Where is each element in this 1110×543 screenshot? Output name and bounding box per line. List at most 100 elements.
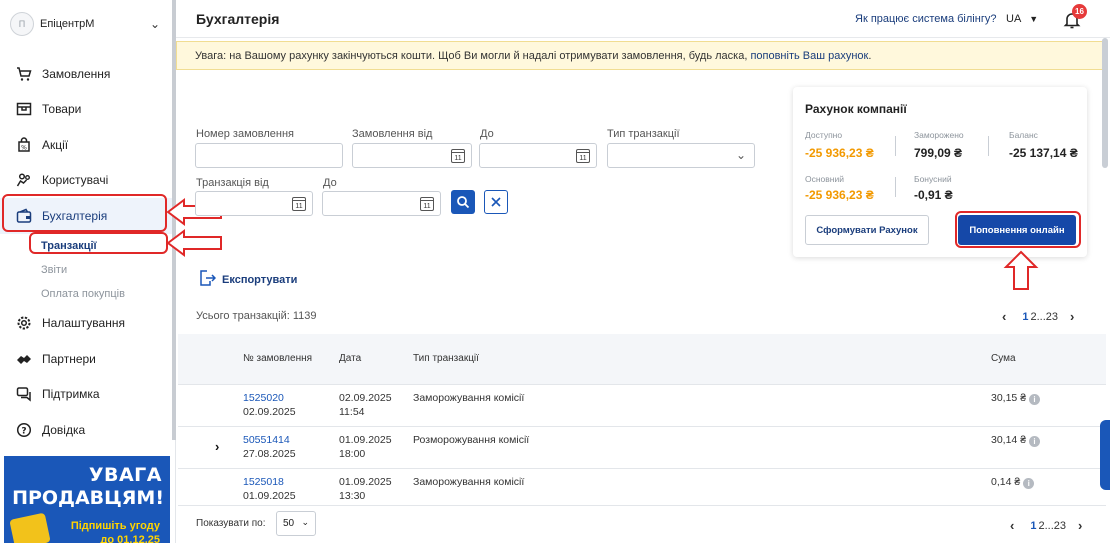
order-date: 27.08.2025 xyxy=(243,448,296,460)
banner-line: до 01.12.25 xyxy=(100,534,160,543)
sidebar-item-label: Користувачі xyxy=(42,173,109,188)
info-icon[interactable]: i xyxy=(1023,478,1035,489)
chevron-right-icon[interactable]: › xyxy=(215,439,219,454)
next-page-icon[interactable]: › xyxy=(1078,518,1082,533)
main-account-label: Основний xyxy=(805,174,844,184)
transaction-date: 01.09.2025 xyxy=(339,434,392,446)
banner-line: Підпишіть угоду xyxy=(70,520,160,532)
sidebar-item-label: Бухгалтерія xyxy=(42,208,108,223)
warning-text: Увага: на Вашому рахунку закінчуються ко… xyxy=(195,50,751,62)
language-selector[interactable]: UA ▼ xyxy=(1006,13,1038,25)
sidebar-item-label: Товари xyxy=(42,102,82,117)
chevron-down-icon: ⌄ xyxy=(301,517,309,527)
amount-value: 30,15 ₴ xyxy=(991,392,1027,404)
order-number-link[interactable]: 1525020 xyxy=(243,391,284,405)
next-page-icon[interactable]: › xyxy=(1070,309,1074,324)
info-icon[interactable]: i xyxy=(1029,394,1041,405)
page-range[interactable]: 2...23 xyxy=(1038,520,1066,532)
table-row[interactable]: 1525020 02.09.2025 02.09.2025 11:54 Замо… xyxy=(178,385,1106,427)
divider xyxy=(988,136,989,156)
topup-online-button[interactable]: Поповнення онлайн xyxy=(958,215,1076,245)
page-title: Бухгалтерія xyxy=(196,11,280,27)
sidebar-item-users[interactable]: Користувачі xyxy=(0,163,172,199)
chevron-down-icon: ⌄ xyxy=(149,17,160,31)
page-range[interactable]: 2...23 xyxy=(1030,311,1058,323)
sidebar-subitem-label: Звіти xyxy=(41,263,68,276)
prev-page-icon[interactable]: ‹ xyxy=(1010,518,1014,533)
main-account-value: -25 936,23 ₴ xyxy=(805,188,874,202)
handshake-icon xyxy=(16,351,32,367)
company-name: ЕпіцентрМ xyxy=(40,18,95,30)
calendar-icon[interactable]: 11 xyxy=(420,197,434,211)
sidebar-item-promotions[interactable]: % Акції xyxy=(0,127,172,163)
sidebar-item-accounting[interactable]: Бухгалтерія xyxy=(0,198,172,234)
info-icon[interactable]: i xyxy=(1029,436,1041,447)
column-header-amount[interactable]: Сума xyxy=(991,353,1016,364)
bonus-account-label: Бонусний xyxy=(914,174,952,184)
column-header-order[interactable]: № замовлення xyxy=(243,353,312,364)
top-header: Бухгалтерія Як працює система білінгу? U… xyxy=(176,0,1110,38)
transaction-date: 01.09.2025 xyxy=(339,476,392,488)
transaction-type: Заморожування комісії xyxy=(413,392,525,404)
chevron-down-icon: ⌄ xyxy=(735,148,746,162)
sidebar-item-help[interactable]: ? Довідка xyxy=(0,412,172,448)
company-switcher[interactable]: П ЕпіцентрМ ⌄ xyxy=(10,10,160,38)
transaction-to-label: До xyxy=(323,177,337,189)
company-avatar: П xyxy=(10,12,34,36)
sidebar-item-settings[interactable]: Налаштування xyxy=(0,306,172,342)
close-icon xyxy=(491,197,501,207)
frozen-value: 799,09 ₴ xyxy=(914,146,963,160)
order-number-input[interactable] xyxy=(195,143,343,168)
sidebar-item-label: Довідка xyxy=(42,422,86,437)
sidebar-item-products[interactable]: Товари xyxy=(0,92,172,128)
order-date: 01.09.2025 xyxy=(243,490,296,502)
transaction-to-date-input[interactable]: 11 xyxy=(322,191,441,216)
clear-filters-button[interactable] xyxy=(484,190,508,214)
main-scrollbar[interactable] xyxy=(1102,38,1108,168)
amount-cell: 30,14 ₴ i xyxy=(991,433,1041,447)
transaction-time: 18:00 xyxy=(339,448,366,460)
sidebar-item-support[interactable]: Підтримка xyxy=(0,377,172,413)
sidebar-subitem-reports[interactable]: Звіти xyxy=(0,258,172,282)
pagination-top: ‹ 1 2...23 › xyxy=(1002,309,1074,324)
sidebar-subitem-customer-payments[interactable]: Оплата покупців xyxy=(0,282,172,306)
side-widget-tab[interactable] xyxy=(1100,420,1110,490)
topup-account-link[interactable]: поповніть Ваш рахунок xyxy=(750,50,868,62)
prev-page-icon[interactable]: ‹ xyxy=(1002,309,1006,324)
promo-banner[interactable]: УВАГА ПРОДАВЦЯМ! Підпишіть угоду до 01.1… xyxy=(4,456,170,543)
calendar-icon[interactable]: 11 xyxy=(292,197,306,211)
export-button[interactable]: Експортувати xyxy=(198,270,297,289)
order-number-link[interactable]: 1525018 xyxy=(243,475,284,489)
sidebar-item-orders[interactable]: Замовлення xyxy=(0,56,172,92)
calendar-icon[interactable]: 11 xyxy=(576,149,590,163)
sidebar-subitem-transactions[interactable]: Транзакції xyxy=(0,234,172,258)
generate-invoice-button[interactable]: Сформувати Рахунок xyxy=(805,215,929,245)
calendar-icon[interactable]: 11 xyxy=(451,149,465,163)
divider xyxy=(895,177,896,197)
pagination-bottom: ‹ 1 2...23 › xyxy=(1010,518,1082,533)
balance-label: Баланс xyxy=(1009,130,1038,140)
order-to-date-input[interactable]: 11 xyxy=(479,143,597,168)
order-number-link[interactable]: 50551414 xyxy=(243,433,290,447)
page-size-label: Показувати по: xyxy=(196,518,266,529)
page-size-select[interactable]: 50 ⌄ xyxy=(276,511,316,536)
svg-text:?: ? xyxy=(21,426,26,436)
billing-help-link[interactable]: Як працює система білінгу? xyxy=(855,13,996,25)
search-button[interactable] xyxy=(451,190,475,214)
sidebar-item-partners[interactable]: Партнери xyxy=(0,341,172,377)
wallet-icon xyxy=(16,208,32,224)
column-header-type[interactable]: Тип транзакції xyxy=(413,353,479,364)
column-header-date[interactable]: Дата xyxy=(339,353,361,364)
sidebar-subitem-label: Оплата покупців xyxy=(41,287,125,300)
transaction-type-select[interactable]: ⌄ xyxy=(607,143,755,168)
table-row[interactable]: › 50551414 27.08.2025 01.09.2025 18:00 Р… xyxy=(178,427,1106,469)
banner-line: ПРОДАВЦЯМ! xyxy=(12,487,164,509)
current-page[interactable]: 1 xyxy=(1030,520,1036,532)
users-icon xyxy=(16,172,32,188)
sidebar-item-label: Партнери xyxy=(42,351,96,366)
transaction-time: 13:30 xyxy=(339,490,366,502)
balance-value: -25 137,14 ₴ xyxy=(1009,146,1078,160)
order-from-date-input[interactable]: 11 xyxy=(352,143,472,168)
current-page[interactable]: 1 xyxy=(1022,311,1028,323)
transaction-from-date-input[interactable]: 11 xyxy=(195,191,313,216)
